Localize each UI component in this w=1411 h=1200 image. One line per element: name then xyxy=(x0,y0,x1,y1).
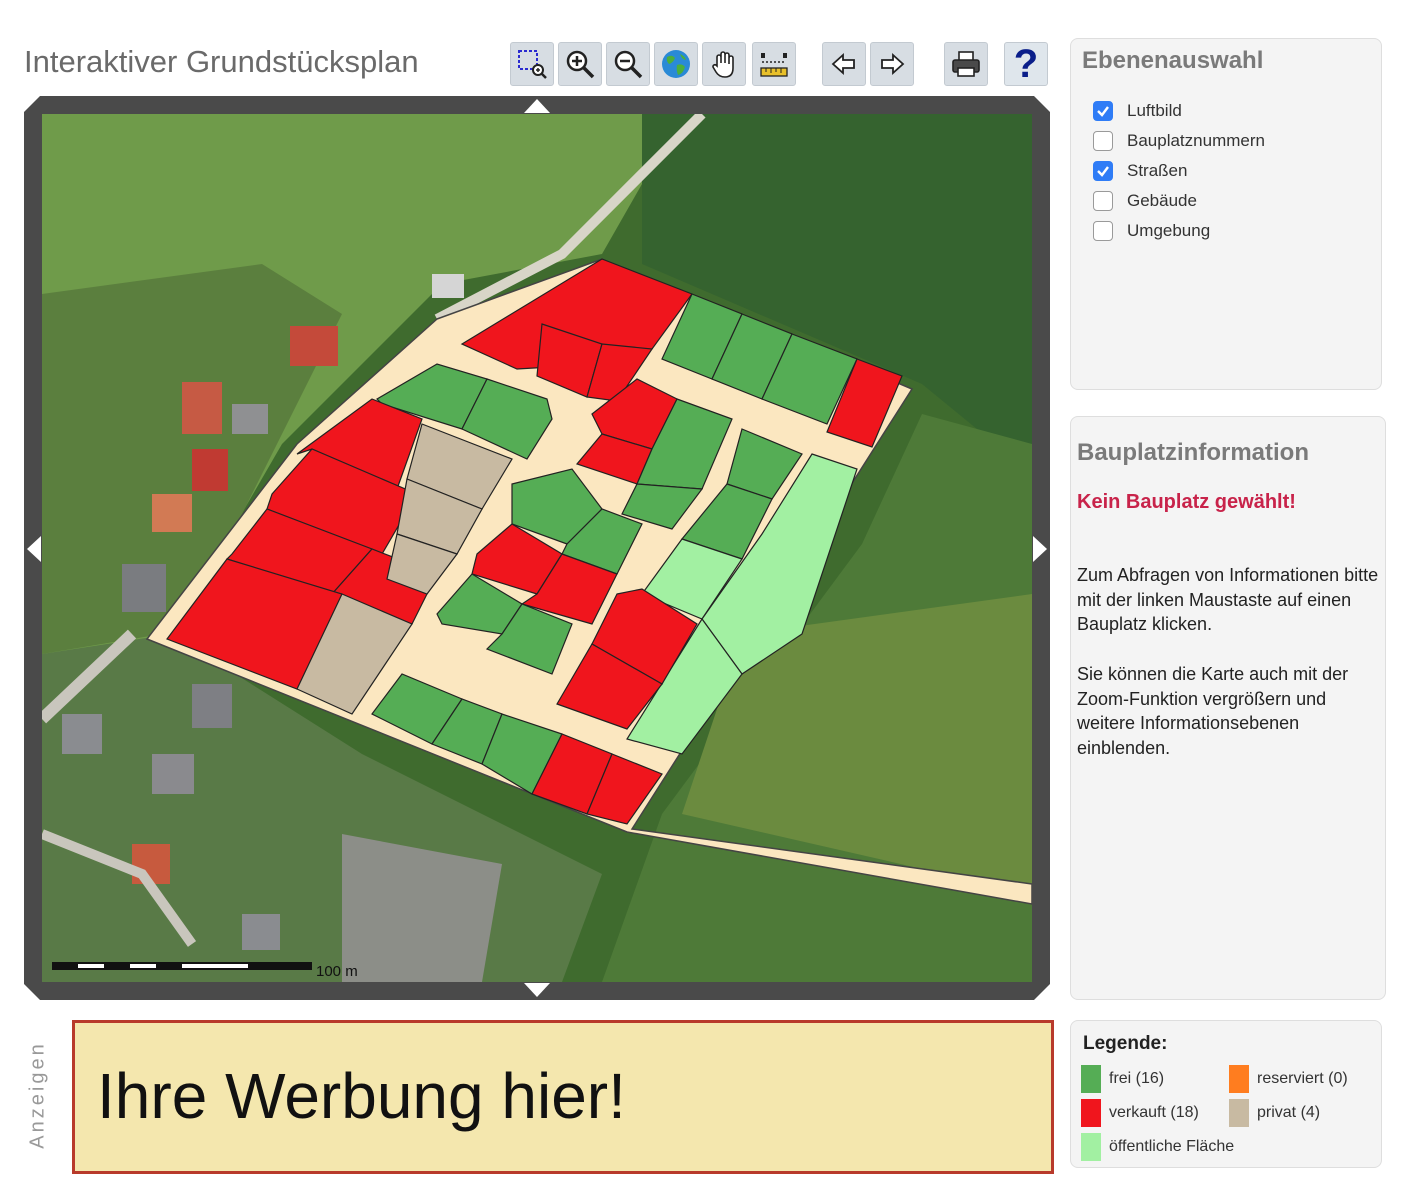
layer-label: Bauplatznummern xyxy=(1127,131,1265,150)
pan-north-arrow[interactable] xyxy=(524,99,550,113)
legend-item-oeffentlich: öffentliche Fläche xyxy=(1081,1133,1234,1161)
layer-item-luftbild[interactable]: Luftbild xyxy=(1093,99,1182,123)
zoom-in-button[interactable] xyxy=(558,42,602,86)
checkbox-unchecked-icon[interactable] xyxy=(1093,221,1113,241)
print-icon xyxy=(952,51,980,77)
layer-label: Luftbild xyxy=(1127,101,1182,120)
help-button[interactable]: ? xyxy=(1004,42,1048,86)
map-corner-bottom-left xyxy=(24,984,40,1000)
globe-icon xyxy=(662,50,690,78)
ads-label: Anzeigen xyxy=(26,1041,49,1149)
legend-title: Legende: xyxy=(1083,1033,1168,1054)
checkbox-checked-icon[interactable] xyxy=(1093,101,1113,121)
previous-view-button[interactable] xyxy=(822,42,866,86)
layer-panel-title: Ebenenauswahl xyxy=(1082,47,1264,74)
map-corner-top-right xyxy=(1034,96,1050,112)
back-arrow-icon xyxy=(831,52,855,76)
legend-swatch-frei xyxy=(1081,1065,1101,1093)
layer-item-strassen[interactable]: Straßen xyxy=(1093,159,1187,183)
pan-button[interactable] xyxy=(702,42,746,86)
plot-info-status: Kein Bauplatz gewählt! xyxy=(1077,491,1296,513)
full-extent-button[interactable] xyxy=(654,42,698,86)
page-title: Interaktiver Grundstücksplan xyxy=(24,44,419,79)
map-corner-bottom-right xyxy=(1034,984,1050,1000)
advertisement-banner[interactable]: Ihre Werbung hier! xyxy=(72,1020,1054,1174)
legend-item-privat: privat (4) xyxy=(1229,1099,1320,1127)
layer-label: Umgebung xyxy=(1127,221,1211,240)
plot-info-title: Bauplatzinformation xyxy=(1077,439,1309,466)
zoom-in-icon xyxy=(566,50,595,79)
plot-info-instructions: Zum Abfragen von Informationen bitte mit… xyxy=(1077,565,1379,634)
layer-item-gebaeude[interactable]: Gebäude xyxy=(1093,189,1197,213)
next-view-button[interactable] xyxy=(870,42,914,86)
zoom-box-button[interactable] xyxy=(510,42,554,86)
layer-label: Straßen xyxy=(1127,161,1188,180)
legend-swatch-privat xyxy=(1229,1099,1249,1127)
legend-panel: Legende: frei (16) reserviert (0) verkau… xyxy=(1070,1020,1382,1168)
scale-label: 100 m xyxy=(316,963,358,980)
legend-swatch-verkauft xyxy=(1081,1099,1101,1127)
plot-info-panel: Bauplatzinformation Kein Bauplatz gewähl… xyxy=(1070,416,1386,1000)
layer-item-bauplatznummern[interactable]: Bauplatznummern xyxy=(1093,129,1265,153)
legend-item-frei: frei (16) xyxy=(1081,1065,1164,1093)
measure-ruler-icon xyxy=(760,53,788,77)
print-button[interactable] xyxy=(944,42,988,86)
zoom-box-icon xyxy=(518,50,547,79)
layer-item-umgebung[interactable]: Umgebung xyxy=(1093,219,1210,243)
measure-button[interactable] xyxy=(752,42,796,86)
map-canvas[interactable]: 100 m xyxy=(42,114,1032,982)
forward-arrow-icon xyxy=(881,52,905,76)
legend-item-reserviert: reserviert (0) xyxy=(1229,1065,1348,1093)
checkbox-checked-icon[interactable] xyxy=(1093,161,1113,181)
legend-swatch-oeffentlich xyxy=(1081,1133,1101,1161)
pan-south-arrow[interactable] xyxy=(524,983,550,997)
zoom-out-icon xyxy=(614,50,643,79)
layer-panel: Ebenenauswahl Luftbild Bauplatznummern S… xyxy=(1070,38,1382,390)
checkbox-unchecked-icon[interactable] xyxy=(1093,191,1113,211)
map-corner-top-left xyxy=(24,96,40,112)
advertisement-text: Ihre Werbung hier! xyxy=(97,1060,626,1132)
pan-west-arrow[interactable] xyxy=(27,536,41,562)
help-icon: ? xyxy=(1013,42,1039,86)
pan-hand-icon xyxy=(712,51,734,78)
map-viewport[interactable]: 100 m xyxy=(24,96,1050,1000)
layer-label: Gebäude xyxy=(1127,191,1197,210)
plot-info-zoom-hint: Sie können die Karte auch mit der Zoom-F… xyxy=(1077,664,1349,758)
legend-item-verkauft: verkauft (18) xyxy=(1081,1099,1199,1127)
map-svg[interactable]: 100 m xyxy=(42,114,1032,982)
legend-swatch-reserviert xyxy=(1229,1065,1249,1093)
zoom-out-button[interactable] xyxy=(606,42,650,86)
checkbox-unchecked-icon[interactable] xyxy=(1093,131,1113,151)
pan-east-arrow[interactable] xyxy=(1033,536,1047,562)
